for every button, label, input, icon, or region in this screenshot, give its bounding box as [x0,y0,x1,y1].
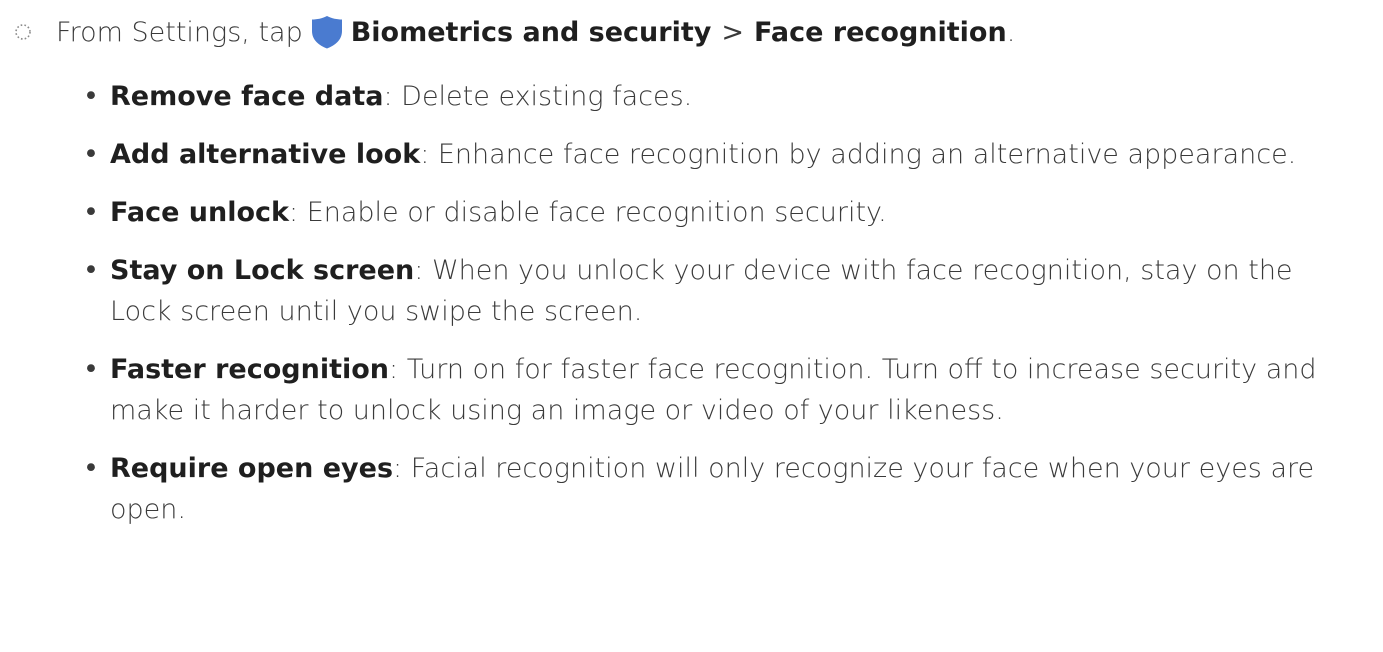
bullet: • [83,255,99,286]
menu-face-recognition: Face recognition [753,16,1007,48]
option-term: Require open eyes [110,453,394,484]
bullet: • [83,354,99,385]
bullet: • [83,81,99,112]
step-text: From Settings, tap Biometrics and securi… [56,12,1015,53]
step-suffix: . [1006,16,1016,48]
bullet: • [83,139,99,170]
instruction-page: From Settings, tap Biometrics and securi… [0,0,1383,652]
bullet: • [83,453,99,484]
list-item: • Require open eyes: Facial recognition … [0,448,1350,530]
option-list: • Remove face data: Delete existing face… [0,76,1383,547]
option-term: Remove face data [110,81,384,112]
list-item: • Stay on Lock screen: When you unlock y… [0,250,1350,332]
bullet: • [83,197,99,228]
option-term: Face unlock [110,197,290,228]
option-term: Stay on Lock screen [110,255,415,286]
option-term: Add alternative look [110,139,421,170]
dotted-circle-icon [4,10,42,54]
breadcrumb-separator: > [721,16,744,48]
shield-icon [309,14,345,50]
list-item: • Faster recognition: Turn on for faster… [0,349,1350,431]
step-prefix: From Settings, tap [56,16,303,48]
list-item: • Face unlock: Enable or disable face re… [0,192,1350,233]
step-instruction: From Settings, tap Biometrics and securi… [0,10,1383,54]
option-desc: : Delete existing faces. [383,81,693,112]
list-item: • Remove face data: Delete existing face… [0,76,1350,117]
option-desc: : Enhance face recognition by adding an … [420,139,1297,170]
option-desc: : Enable or disable face recognition sec… [289,197,887,228]
list-item: • Add alternative look: Enhance face rec… [0,134,1350,175]
option-term: Faster recognition [110,354,390,385]
menu-biometrics-security: Biometrics and security [350,16,712,48]
